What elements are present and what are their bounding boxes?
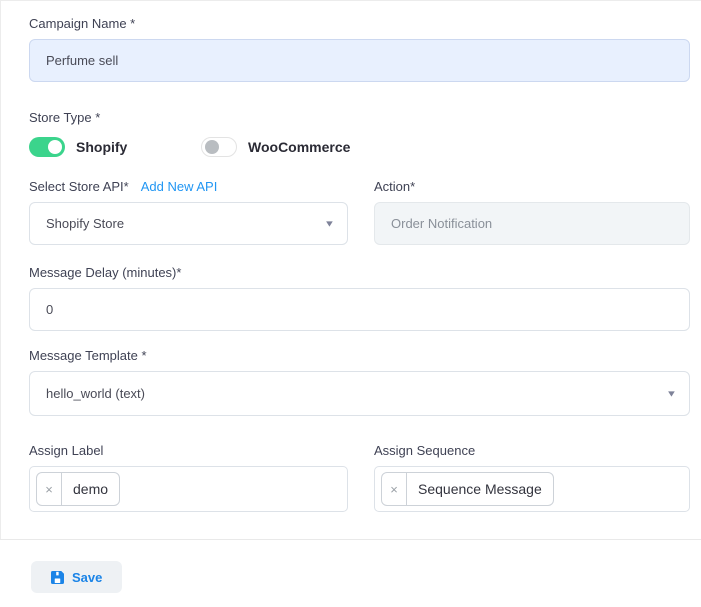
action-input: [374, 202, 690, 245]
save-button-label: Save: [72, 570, 102, 585]
store-type-option-shopify: Shopify: [29, 137, 201, 157]
store-api-select[interactable]: Shopify Store ▼: [29, 202, 348, 245]
add-new-api-link[interactable]: Add New API: [141, 179, 218, 194]
campaign-name-label: Campaign Name *: [29, 16, 690, 31]
assign-sequence-multiselect[interactable]: × Sequence Message: [374, 466, 690, 512]
message-delay-group: Message Delay (minutes)*: [29, 265, 690, 331]
shopify-toggle[interactable]: [29, 137, 65, 157]
woocommerce-toggle[interactable]: [201, 137, 237, 157]
campaign-name-input[interactable]: [29, 39, 690, 82]
tag-chip-label: Sequence Message: [407, 473, 553, 505]
remove-tag-icon[interactable]: ×: [37, 473, 62, 505]
message-template-label: Message Template *: [29, 348, 690, 363]
form-footer: Save: [0, 539, 701, 606]
shopify-toggle-label: Shopify: [76, 139, 127, 155]
tag-chip-label: demo: [62, 473, 119, 505]
action-group: Action*: [374, 179, 690, 245]
store-type-options: Shopify WooCommerce: [29, 137, 690, 157]
store-type-option-woocommerce: WooCommerce: [201, 137, 350, 157]
message-template-selected-value: hello_world (text): [46, 386, 145, 401]
store-api-group: Select Store API* Add New API Shopify St…: [29, 179, 348, 245]
campaign-form: Campaign Name * Store Type * Shopify Woo…: [0, 0, 701, 539]
tag-chip: × Sequence Message: [381, 472, 554, 506]
message-template-select[interactable]: hello_world (text) ▼: [29, 371, 690, 416]
assign-row: Assign Label × demo Assign Sequence × Se…: [29, 443, 690, 512]
store-type-group: Store Type * Shopify WooCommerce: [29, 110, 690, 157]
toggle-knob: [205, 140, 219, 154]
woocommerce-toggle-label: WooCommerce: [248, 139, 350, 155]
save-icon: [51, 571, 64, 584]
action-label: Action*: [374, 179, 690, 194]
campaign-name-group: Campaign Name *: [29, 16, 690, 82]
toggle-knob: [48, 140, 62, 154]
assign-label-multiselect[interactable]: × demo: [29, 466, 348, 512]
remove-tag-icon[interactable]: ×: [382, 473, 407, 505]
message-delay-input[interactable]: [29, 288, 690, 331]
assign-sequence-group: Assign Sequence × Sequence Message: [374, 443, 690, 512]
message-template-group: Message Template * hello_world (text) ▼: [29, 348, 690, 416]
message-delay-label: Message Delay (minutes)*: [29, 265, 690, 280]
chevron-down-icon: ▼: [324, 219, 335, 228]
save-button[interactable]: Save: [31, 561, 122, 593]
chevron-down-icon: ▼: [666, 389, 677, 398]
store-type-label: Store Type *: [29, 110, 690, 125]
assign-label-group: Assign Label × demo: [29, 443, 348, 512]
store-api-label: Select Store API*: [29, 179, 129, 194]
assign-sequence-label: Assign Sequence: [374, 443, 690, 458]
store-api-action-row: Select Store API* Add New API Shopify St…: [29, 179, 690, 245]
assign-label-label: Assign Label: [29, 443, 348, 458]
tag-chip: × demo: [36, 472, 120, 506]
store-api-selected-value: Shopify Store: [46, 216, 124, 231]
